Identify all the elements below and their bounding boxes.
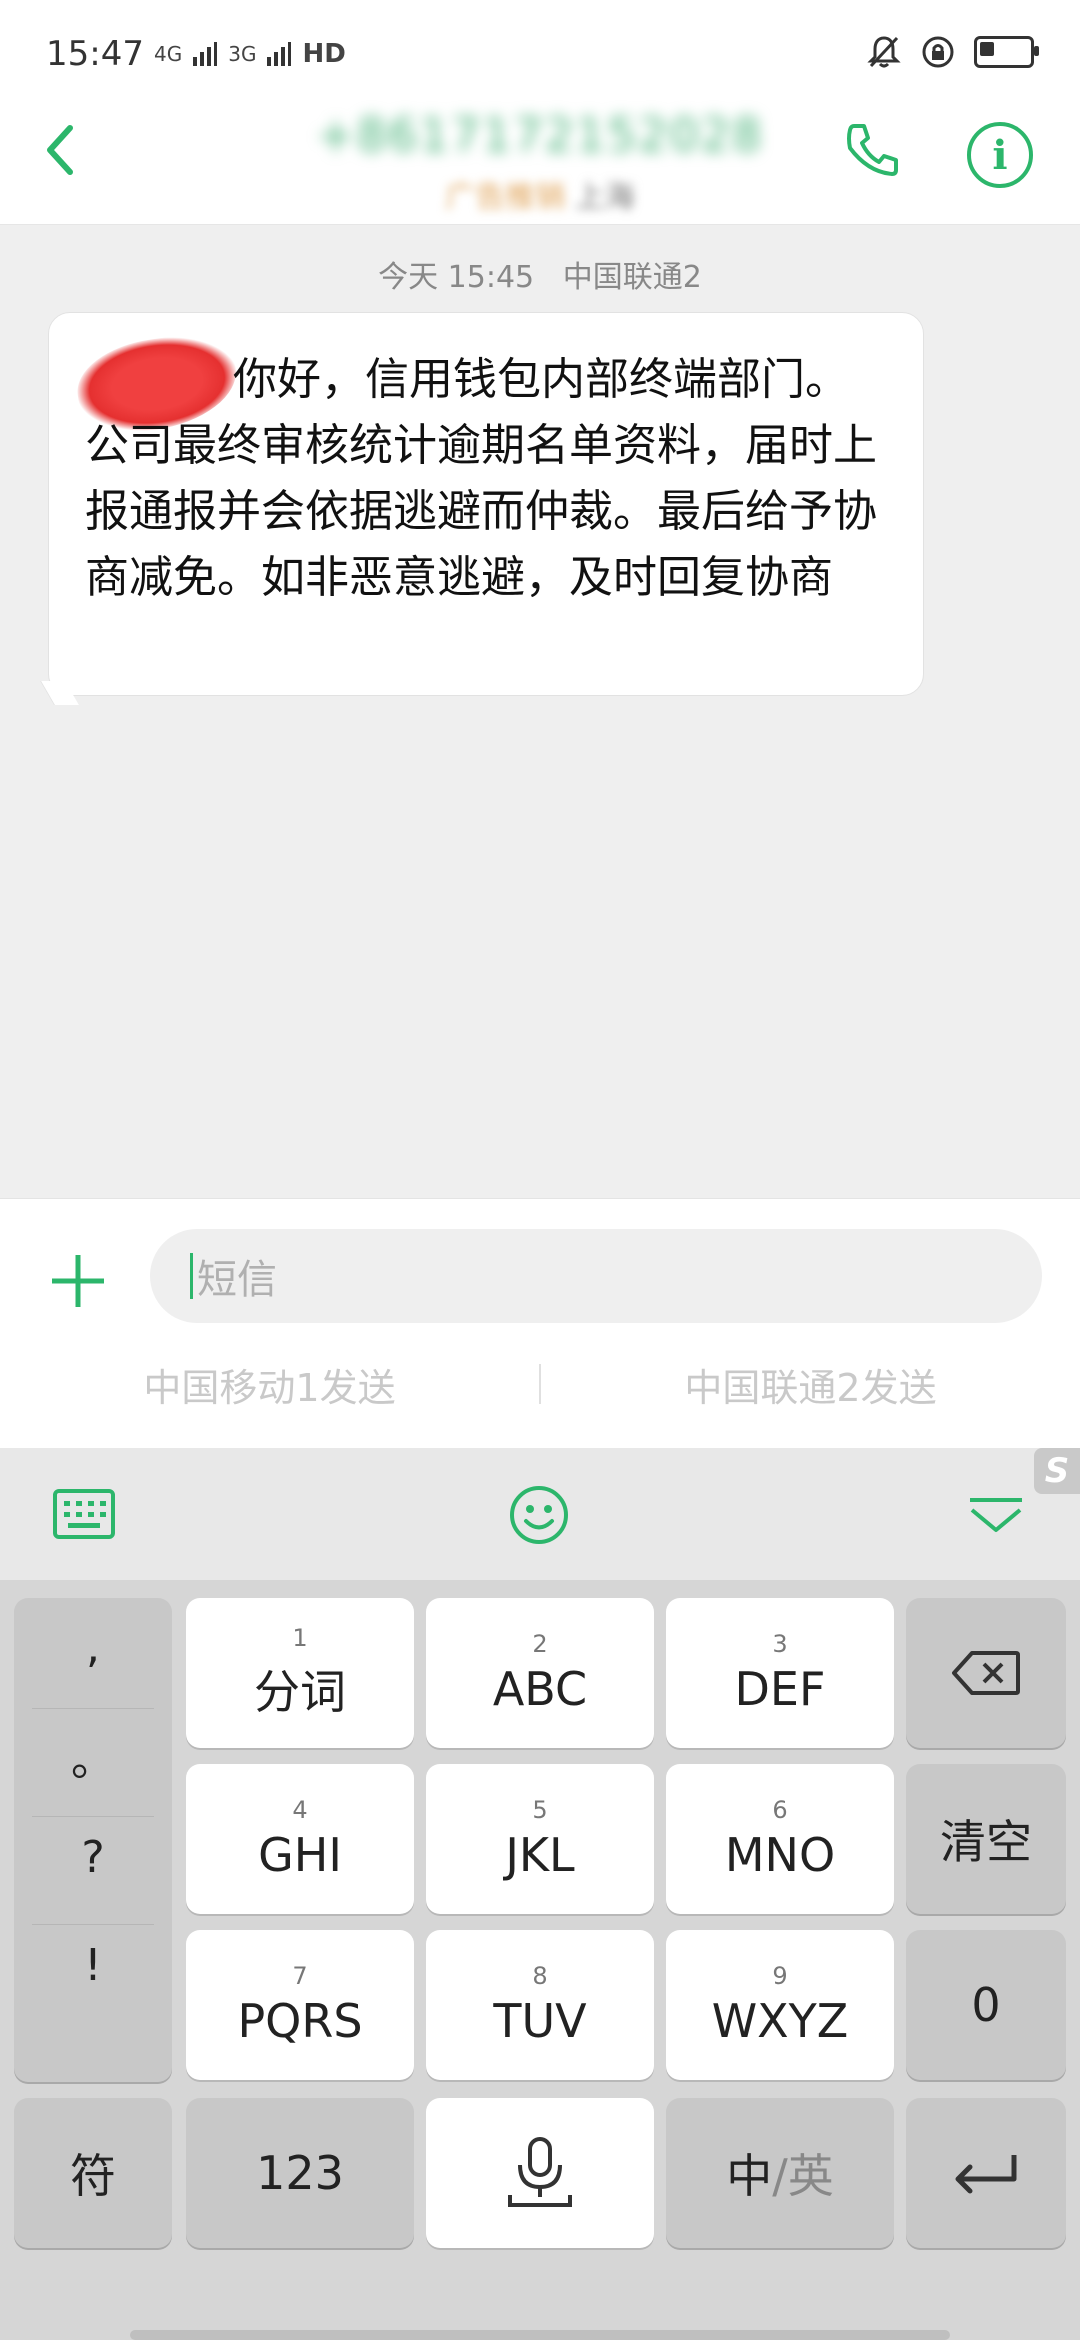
key-number: 1 xyxy=(292,1624,308,1652)
sms-input-placeholder: 短信 xyxy=(197,1257,277,1303)
symbol-key[interactable]: 符 xyxy=(14,2098,172,2248)
key-label: 符 xyxy=(70,2149,116,2203)
key-label: WXYZ xyxy=(711,1994,849,2048)
battery-icon xyxy=(974,36,1039,68)
timestamp-carrier: 中国联通2 xyxy=(562,260,702,295)
sms-input[interactable]: 短信 xyxy=(150,1229,1042,1323)
rotation-lock-icon xyxy=(922,36,954,68)
key-label: DEF xyxy=(734,1662,826,1716)
plus-icon[interactable] xyxy=(48,1251,108,1311)
lang-en-label: 英 xyxy=(787,2149,834,2203)
hd-label: HD xyxy=(302,39,346,69)
clear-key[interactable]: 清空 xyxy=(906,1764,1066,1914)
gesture-bar[interactable] xyxy=(130,2330,950,2340)
message-composer: 短信 中国移动1发送 中国联通2发送 xyxy=(0,1198,1080,1449)
contact-location: 上海 xyxy=(574,180,635,215)
key-number: 2 xyxy=(532,1630,548,1658)
key-number: 5 xyxy=(532,1796,548,1824)
phone-call-icon[interactable] xyxy=(840,118,904,182)
status-bar-left: 15:47 4G 3G HD xyxy=(46,34,346,74)
backspace-key[interactable] xyxy=(906,1598,1066,1748)
punct-separator xyxy=(32,1816,154,1817)
key-7[interactable]: 7 PQRS xyxy=(186,1930,414,2080)
lang-separator: / xyxy=(772,2149,788,2203)
message-text: 你好，信用钱包内部终端部门。公司最终审核统计逾期名单资料，届时上报通报并会依据逃… xyxy=(85,354,877,603)
keyboard-toolbar: S xyxy=(0,1448,1080,1580)
key-4[interactable]: 4 GHI xyxy=(186,1764,414,1914)
contact-tag: 广告推销 xyxy=(445,180,566,215)
contact-header[interactable]: +8617172152028 广告推销 上海 xyxy=(280,108,800,216)
punct-separator xyxy=(32,1924,154,1925)
timestamp-time: 今天 15:45 xyxy=(378,260,535,295)
send-sim1-button[interactable]: 中国移动1发送 xyxy=(0,1357,539,1412)
key-number: 4 xyxy=(292,1796,308,1824)
lang-cn-label: 中 xyxy=(726,2149,773,2203)
signal-bars-icon xyxy=(267,42,292,66)
punct-comma-key[interactable]: , xyxy=(14,1622,172,1673)
numeric-key[interactable]: 123 xyxy=(186,2098,414,2248)
microphone-icon xyxy=(508,2137,572,2207)
ime-logo: S xyxy=(1034,1448,1080,1494)
status-time: 15:47 xyxy=(46,34,144,74)
key-label: ABC xyxy=(492,1662,588,1716)
back-arrow-icon[interactable] xyxy=(40,120,80,180)
key-label: 清空 xyxy=(940,1815,1032,1869)
contact-number: +8617172152028 xyxy=(316,108,764,162)
key-0[interactable]: 0 xyxy=(906,1930,1066,2080)
key-label: GHI xyxy=(258,1828,342,1882)
punct-separator xyxy=(32,1708,154,1709)
enter-icon xyxy=(955,2155,1017,2194)
signal-3g-label: 3G xyxy=(228,42,257,66)
key-label: 123 xyxy=(256,2146,344,2200)
backspace-icon xyxy=(952,1651,1020,1695)
key-number: 8 xyxy=(532,1962,548,1990)
key-3[interactable]: 3 DEF xyxy=(666,1598,894,1748)
sim-send-row: 中国移动1发送 中国联通2发送 xyxy=(0,1349,1080,1419)
punct-exclaim-key[interactable]: ! xyxy=(14,1940,172,1991)
key-1[interactable]: 1 分词 xyxy=(186,1598,414,1748)
top-bar: 15:47 4G 3G HD +8617172152028 广告推销 上海 i xyxy=(0,0,1080,225)
key-number: 7 xyxy=(292,1962,308,1990)
key-2[interactable]: 2 ABC xyxy=(426,1598,654,1748)
key-5[interactable]: 5 JKL xyxy=(426,1764,654,1914)
key-number: 6 xyxy=(772,1796,788,1824)
keyboard: , 。 ? ! 1 分词 2 ABC 3 DEF 4 GHI 5 JKL 6 M… xyxy=(0,1580,1080,2340)
key-6[interactable]: 6 MNO xyxy=(666,1764,894,1914)
punct-period-key[interactable]: 。 xyxy=(14,1724,172,1788)
key-9[interactable]: 9 WXYZ xyxy=(666,1930,894,2080)
key-label: TUV xyxy=(493,1994,587,2048)
key-label: 分词 xyxy=(254,1665,346,1719)
bell-muted-icon xyxy=(867,36,901,68)
incoming-message-bubble[interactable]: 你好，信用钱包内部终端部门。公司最终审核统计逾期名单资料，届时上报通报并会依据逃… xyxy=(48,312,924,696)
text-caret xyxy=(190,1253,193,1299)
key-number: 3 xyxy=(772,1630,788,1658)
emoji-icon[interactable] xyxy=(508,1484,570,1546)
key-label: MNO xyxy=(724,1828,836,1882)
send-sim2-button[interactable]: 中国联通2发送 xyxy=(541,1357,1080,1412)
key-label: PQRS xyxy=(237,1994,363,2048)
punctuation-column[interactable]: , 。 ? ! xyxy=(14,1598,172,2082)
keyboard-icon[interactable] xyxy=(52,1488,116,1540)
key-number: 9 xyxy=(772,1962,788,1990)
signal-4g-label: 4G xyxy=(153,42,183,66)
status-bar-right xyxy=(866,34,1039,70)
enter-key[interactable] xyxy=(906,2098,1066,2248)
info-button[interactable]: i xyxy=(967,122,1033,188)
info-icon: i xyxy=(992,131,1008,179)
contact-meta: 广告推销 上海 xyxy=(280,172,800,216)
chevron-down-icon[interactable] xyxy=(966,1496,1026,1534)
punct-question-key[interactable]: ? xyxy=(14,1832,172,1883)
voice-input-key[interactable] xyxy=(426,2098,654,2248)
signal-bars-icon xyxy=(193,42,218,66)
language-toggle-key[interactable]: 中/英 xyxy=(666,2098,894,2248)
key-label: JKL xyxy=(505,1828,575,1882)
message-timestamp: 今天 15:45 中国联通2 xyxy=(0,252,1080,296)
key-label: 中/英 xyxy=(726,2140,834,2206)
key-label: 0 xyxy=(971,1978,1001,2032)
key-8[interactable]: 8 TUV xyxy=(426,1930,654,2080)
